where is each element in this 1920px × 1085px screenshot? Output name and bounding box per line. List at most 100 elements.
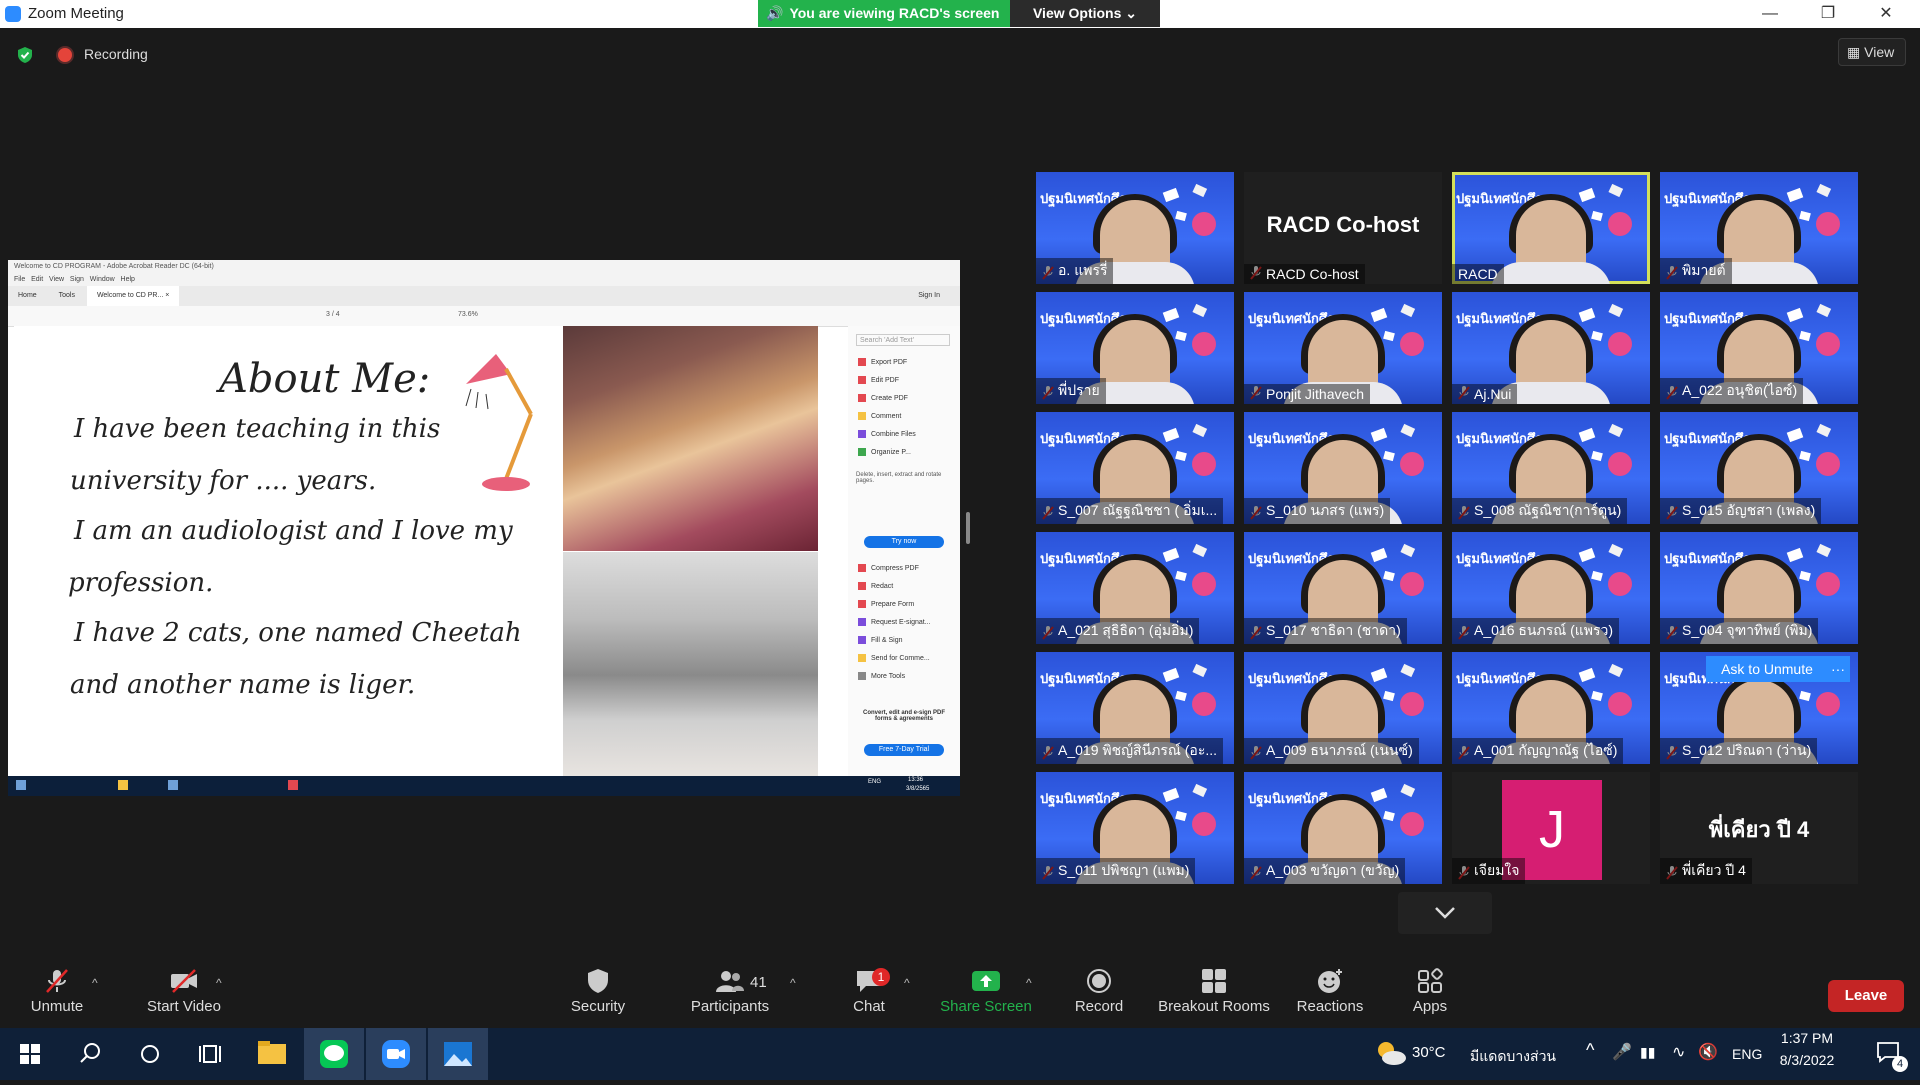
participant-tile[interactable]: ปฐมนิเทศนักศึกษา A_001 กัญญาณัฐ (ไอซ์) [1452,652,1650,764]
clock-date[interactable]: 8/3/2022 [1770,1052,1844,1068]
clock-time[interactable]: 1:37 PM [1770,1030,1844,1046]
participant-tile[interactable]: ปฐมนิเทศนักศึกษา Aj.Nui [1452,292,1650,404]
record-button[interactable]: Record [1064,952,1134,1028]
security-button[interactable]: Security [560,952,636,1028]
participant-display-name: พี่เคียว ปี 4 [1708,817,1810,842]
search-icon [80,1043,100,1063]
grid-icon: ▦ [1847,44,1861,60]
reactions-smiley-icon [1318,969,1342,993]
tile-more-options-button[interactable]: ··· [1826,656,1850,682]
participant-tile[interactable]: ปฐมนิเทศนักศึกษา RACD [1452,172,1650,284]
taskbar-zoom[interactable] [366,1028,426,1080]
video-off-icon [171,969,197,993]
share-screen-button[interactable]: Share Screen [936,952,1036,1028]
acrobat-promo-text: Convert, edit and e-sign PDF forms & agr… [862,710,945,722]
unmute-button[interactable]: Unmute [24,952,90,1028]
participant-tile[interactable]: ปฐมนิเทศนักศึกษา อ. แพรรี่ [1036,172,1234,284]
tool-create-pdf: Create PDF [858,394,908,402]
participant-tile[interactable]: ปฐมนิเทศนักศึกษา A_019 พิชญ์สินีภรณ์ (อะ.… [1036,652,1234,764]
participants-options-caret[interactable]: ^ [790,976,796,990]
shared-screen[interactable]: Welcome to CD PROGRAM - Adobe Acrobat Re… [8,260,960,796]
tools-search-input: Search 'Add Text' [856,334,950,346]
participant-tile[interactable]: พี่เคียว ปี 4 พี่เคียว ปี 4 [1660,772,1858,884]
view-options-button[interactable]: View Options ⌄ [1010,0,1160,27]
participant-tile[interactable]: ปฐมนิเทศนักศึกษา Ponjit Jithavech [1244,292,1442,404]
cortana-button[interactable] [120,1028,180,1080]
zoom-app-icon [382,1040,410,1068]
tool-fill-sign: Fill & Sign [858,636,903,644]
volume-muted-icon[interactable]: 🔇 [1698,1042,1718,1062]
chat-options-caret[interactable]: ^ [904,976,910,990]
microphone-tray-icon[interactable]: 🎤 [1612,1042,1632,1062]
taskbar-photos[interactable] [428,1028,488,1080]
acrobat-menu-bar: File Edit View Sign Window Help [8,274,960,286]
participant-tile[interactable]: ปฐมนิเทศนักศึกษา A_009 ธนาภรณ์ (เนนซ์) [1244,652,1442,764]
participant-name: A_019 พิชญ์สินีภรณ์ (อะ... [1036,738,1224,764]
windows-start-button[interactable] [0,1028,60,1080]
participant-shirt [1491,262,1611,284]
participant-tile[interactable]: ปฐมนิเทศนักศึกษา S_015 อัญชสา (เพลง) [1660,412,1858,524]
participant-tile[interactable]: RACD Co-host RACD Co-host [1244,172,1442,284]
participant-tile[interactable]: ปฐมนิเทศนักศึกษา A_003 ขวัญดา (ขวัญ) [1244,772,1442,884]
weather-condition[interactable]: มีแดดบางส่วน [1470,1046,1556,1068]
gallery-view-button[interactable]: ▦ View [1838,38,1906,66]
share-options-caret[interactable]: ^ [1026,976,1032,990]
doc-heading: About Me: [219,356,431,402]
reactions-button[interactable]: Reactions [1292,952,1368,1028]
split-resize-handle[interactable] [966,512,970,544]
participant-tile[interactable]: J เจียมใจ [1452,772,1650,884]
encryption-shield-icon[interactable] [16,46,34,64]
close-window-button[interactable]: ✕ [1858,0,1914,28]
participant-tile[interactable]: ปฐมนิเทศนักศึกษา A_021 สุธิธิดา (อุ่มอิ่ม… [1036,532,1234,644]
breakout-rooms-button[interactable]: Breakout Rooms [1156,952,1272,1028]
search-button[interactable] [60,1028,120,1080]
gallery-next-page-button[interactable] [1398,892,1492,934]
free-trial-button: Free 7-Day Trial [864,744,944,756]
restore-button[interactable]: ❐ [1800,0,1856,28]
tool-edit-pdf: Edit PDF [858,376,899,384]
video-options-caret[interactable]: ^ [216,976,222,990]
wifi-icon[interactable]: ∿ [1672,1042,1685,1062]
security-label: Security [570,998,626,1015]
acrobat-toolbar: 3 / 4 73.6% [8,306,960,327]
participant-tile[interactable]: ปฐมนิเทศนักศึกษา S_011 ปพิชญา (แพม) [1036,772,1234,884]
input-language-indicator[interactable]: ENG [1732,1046,1762,1062]
battery-icon[interactable]: ▮▮ [1640,1044,1655,1061]
show-hidden-icons-chevron[interactable]: ^ [1586,1040,1594,1061]
task-view-button[interactable] [180,1028,240,1080]
weather-temperature[interactable]: 30°C [1412,1044,1446,1061]
meeting-toolbar: Unmute ^ Start Video ^ Security Particip… [0,952,1920,1028]
participant-tile[interactable]: ปฐมนิเทศนักศึกษา S_010 นภสร (แพร) [1244,412,1442,524]
taskbar-file-explorer[interactable] [242,1028,302,1080]
participant-tile[interactable]: ปฐมนิเทศนักศึกษา A_022 อนุชิต(ไอซ์) [1660,292,1858,404]
menu-window: Window [89,276,115,283]
chevron-down-icon [1435,907,1455,919]
participant-name: RACD Co-host [1244,264,1365,284]
participant-tile[interactable]: ปฐมนิเทศนักศึกษา S_007 ณัฐฐณิชชา ( อิ่มเ.… [1036,412,1234,524]
apps-icon [1418,968,1443,993]
chat-unread-badge: 1 [872,968,890,986]
photos-app-icon [444,1042,472,1066]
participant-name: S_010 นภสร (แพร) [1244,498,1391,524]
participant-tile[interactable]: ปฐมนิเทศนักศึกษา พี่ปราย [1036,292,1234,404]
apps-button[interactable]: Apps [1404,952,1456,1028]
participant-tile[interactable]: ปฐมนิเทศนักศึกษา พิมายต์ [1660,172,1858,284]
leave-meeting-button[interactable]: Leave [1828,980,1904,1012]
audio-options-caret[interactable]: ^ [92,976,98,990]
pdf-document-page: About Me: I have been teaching in this u… [14,326,569,776]
participant-name: S_011 ปพิชญา (แพม) [1036,858,1196,884]
minimize-button[interactable]: — [1742,0,1798,28]
participant-tile[interactable]: ปฐมนิเทศนักศึกษา S_008 ณัฐณิชา(การ์ตูน) [1452,412,1650,524]
ask-to-unmute-button[interactable]: Ask to Unmute [1706,656,1828,682]
tool-more-tools: More Tools [858,672,905,680]
shared-taskbar-date: 3/8/2565 [906,786,930,792]
participant-tile[interactable]: ปฐมนิเทศนักศึกษา S_004 จุฑาทิพย์ (พิม) [1660,532,1858,644]
breakout-rooms-icon [1202,969,1226,993]
taskbar-line[interactable] [304,1028,364,1080]
recording-label: Recording [84,46,148,62]
doc-line-2: university for .... years. [70,466,377,496]
chat-button[interactable]: Chat [838,952,900,1028]
start-video-button[interactable]: Start Video [134,952,234,1028]
participant-tile[interactable]: ปฐมนิเทศนักศึกษา S_017 ชาธิดา (ชาดา) [1244,532,1442,644]
participant-tile[interactable]: ปฐมนิเทศนักศึกษา A_016 ธนภรณ์ (แพรว) [1452,532,1650,644]
